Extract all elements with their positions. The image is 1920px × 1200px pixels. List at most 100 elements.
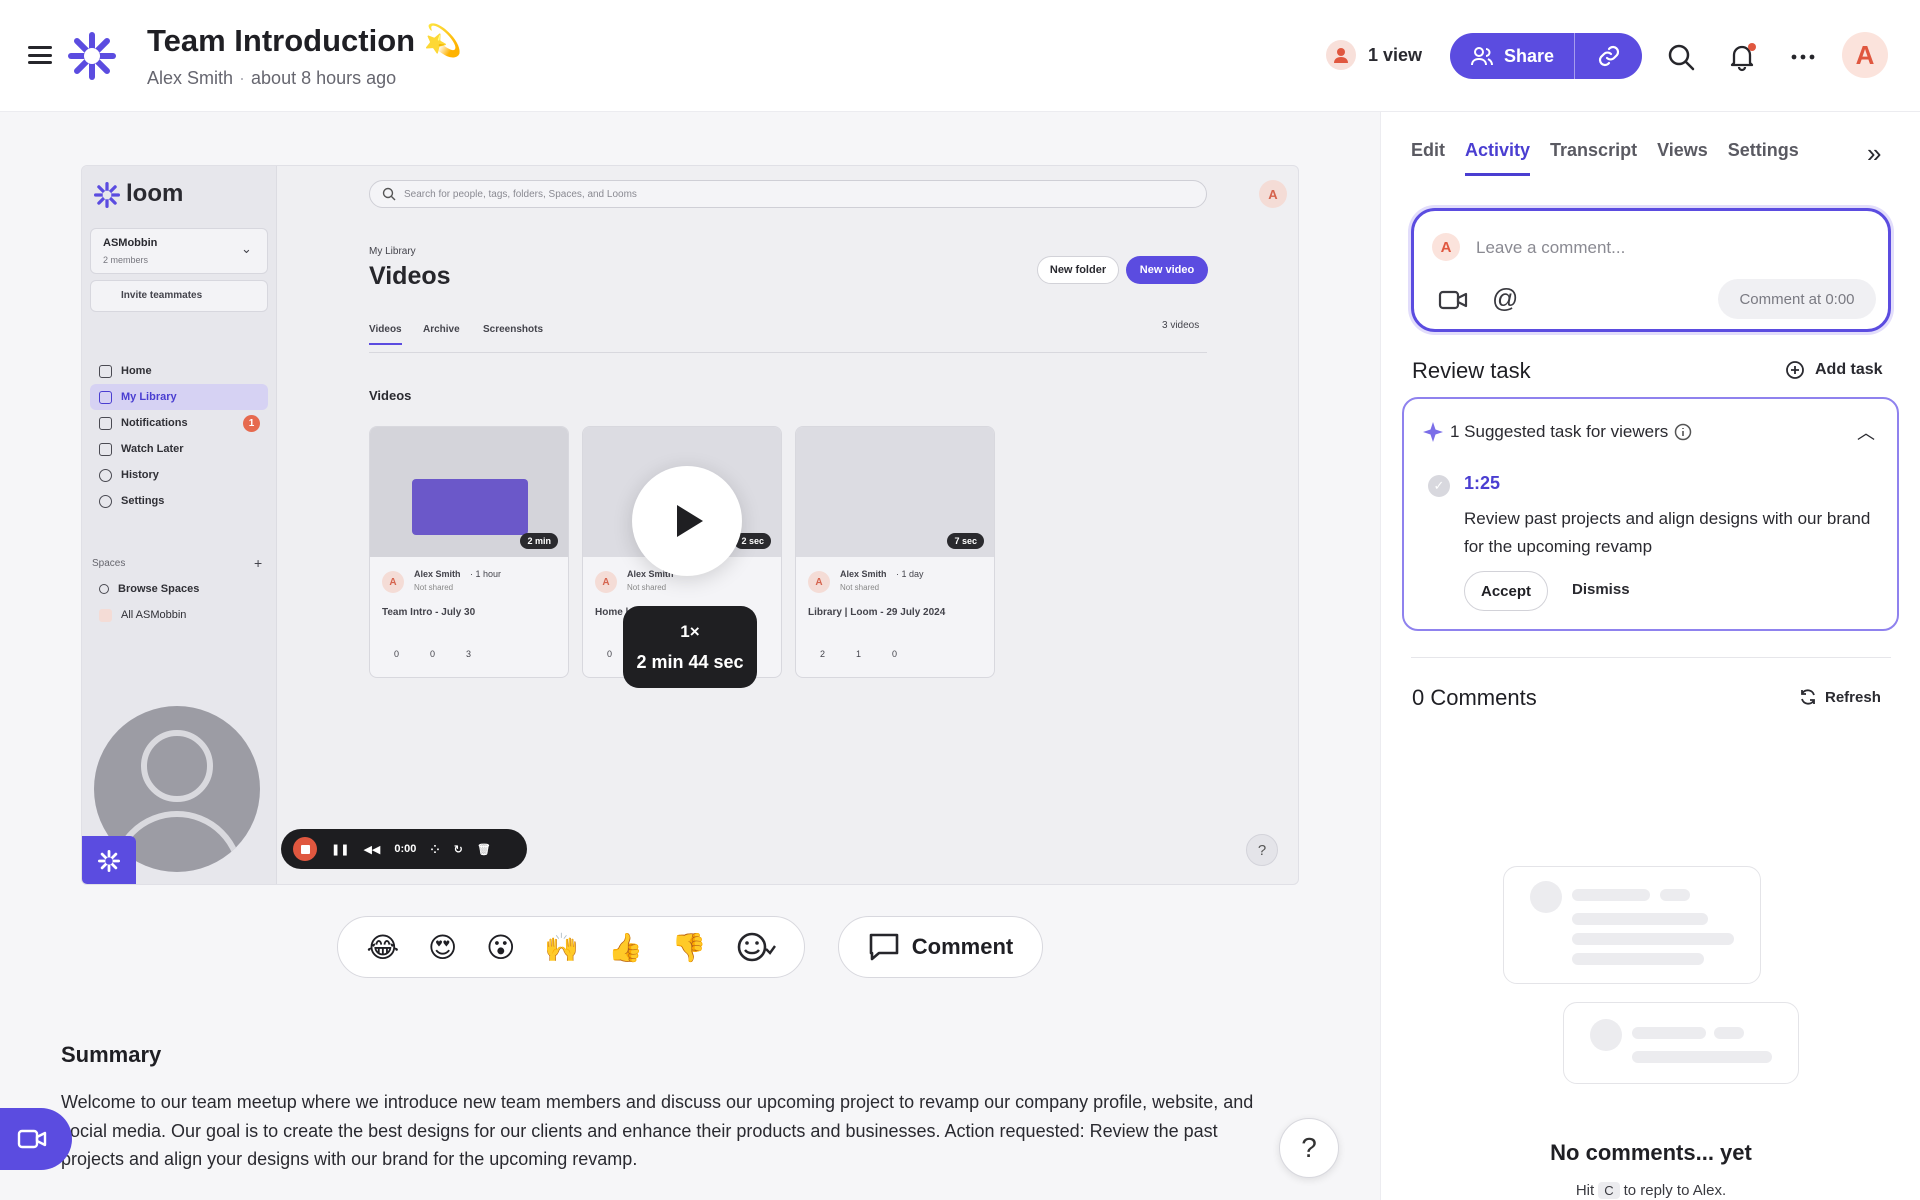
restart-icon: ↻ [453,843,463,856]
more-icon[interactable] [1788,42,1818,72]
panel-tabs: Edit Activity Transcript Views Settings [1411,140,1799,176]
task-description: Review past projects and align designs w… [1464,509,1871,556]
tab-edit[interactable]: Edit [1411,140,1445,176]
reaction-bar: 😂 😍 😮 🙌 👍 👎 [337,916,805,978]
reaction-raised-hands[interactable]: 🙌 [544,931,579,964]
empty-placeholder-card [1503,866,1761,984]
video-title[interactable]: Team Introduction 💫 [147,22,462,59]
reaction-heart-eyes[interactable]: 😍 [428,931,457,964]
reply-hint: Hit Cto reply to Alex. [1381,1182,1920,1199]
comment-composer[interactable]: A Leave a comment... @ Comment at 0:00 [1411,208,1891,332]
share-label: Share [1503,45,1555,66]
add-space-icon[interactable]: + [254,555,262,571]
home-icon [99,364,112,378]
nav-my-library[interactable]: My Library [90,384,268,410]
nav-home[interactable]: Home [90,358,268,384]
nav-all-spaces[interactable]: All ASMobbin [90,602,268,628]
task-timestamp[interactable]: 1:25 [1464,473,1500,494]
task-check-icon[interactable]: ✓ [1428,475,1450,497]
tab-settings[interactable]: Settings [1728,140,1799,176]
space-avatar [99,608,112,622]
play-button[interactable] [632,466,742,576]
hint-key: C [1598,1182,1620,1199]
tab-transcript[interactable]: Transcript [1550,140,1637,176]
author-name[interactable]: Alex Smith [147,68,233,88]
nav-history[interactable]: History [90,462,268,488]
share-button[interactable]: Share [1450,33,1574,79]
video-meta: Alex Smith · about 8 hours ago [147,68,396,89]
add-task-label: Add task [1815,361,1883,378]
loom-logo-icon[interactable] [68,32,116,80]
workspace-switcher[interactable]: ASMobbin 2 members ⌄ [90,228,268,274]
card-stat-views: 0 [394,649,400,659]
bell-icon[interactable] [1727,42,1757,72]
comment-at-time-button[interactable]: Comment at 0:00 [1718,279,1876,319]
app-root: Team Introduction 💫 Alex Smith · about 8 h… [0,0,1920,1200]
card-stat-views: 0 [607,649,613,659]
top-header: Team Introduction 💫 Alex Smith · about 8 h… [0,0,1920,112]
record-fab[interactable] [0,1108,72,1170]
spaces-heading: Spaces [92,558,126,569]
stop-icon [293,837,317,861]
recorded-search-placeholder: Search for people, tags, folders, Spaces… [404,188,637,200]
card-title: Library | Loom - 29 July 2024 [808,607,946,618]
refresh-button[interactable]: Refresh [1799,688,1881,706]
reaction-thumbs-up[interactable]: 👍 [608,931,643,964]
viewer-avatar [1326,40,1356,70]
add-task-button[interactable]: Add task [1785,360,1883,380]
comment-icon [869,933,899,961]
empty-placeholder-card [1563,1002,1799,1084]
bookmark-icon [99,442,112,456]
dismiss-task-button[interactable]: Dismiss [1572,581,1630,598]
hint-prefix: Hit [1575,1182,1595,1199]
search-mini-icon [382,187,396,201]
comment-button[interactable]: Comment [838,916,1043,978]
mention-icon[interactable]: @ [1492,283,1518,314]
reaction-wow[interactable]: 😮 [486,931,515,964]
help-button[interactable]: ? [1279,1118,1339,1178]
library-icon [99,390,112,404]
nav-label: Browse Spaces [118,583,200,595]
card-stat-reactions: 0 [892,649,898,659]
recorded-tab-archive: Archive [423,324,460,335]
play-icon [677,505,703,537]
comment-input[interactable]: Leave a comment... [1476,238,1625,258]
grid-icon: ⁘ [430,843,440,856]
tab-activity[interactable]: Activity [1465,140,1531,176]
meta-separator: · [239,68,246,88]
placeholder-line [1660,889,1690,901]
views-label: 1 view [1368,44,1423,65]
recorded-breadcrumb: My Library [369,246,416,257]
views-counter[interactable]: 1 view [1326,40,1422,70]
nav-settings[interactable]: Settings [90,488,268,514]
copy-link-button[interactable] [1574,33,1642,79]
add-reaction-icon[interactable] [736,931,776,963]
card-sharing: Not shared [627,583,667,592]
placeholder-line [1572,913,1708,925]
nav-notifications[interactable]: Notifications 1 [90,410,268,436]
user-avatar[interactable]: A [1842,32,1888,78]
recorded-search-bar: Search for people, tags, folders, Spaces… [369,180,1207,208]
nav-label: Home [121,365,152,377]
plus-circle-icon [1786,361,1804,379]
info-icon[interactable] [1674,423,1692,441]
playback-info[interactable]: 1× 2 min 44 sec [623,606,757,688]
card-thumbnail: 2 min [370,427,568,557]
invite-teammates[interactable]: Invite teammates [90,280,268,312]
playback-speed[interactable]: 1× [680,622,699,642]
accept-task-button[interactable]: Accept [1464,571,1548,611]
placeholder-line [1572,889,1650,901]
menu-icon[interactable] [28,46,52,64]
reaction-laugh[interactable]: 😂 [366,931,399,964]
reaction-thumbs-down[interactable]: 👎 [672,931,707,964]
bell-mini-icon [99,416,112,430]
nav-watch-later[interactable]: Watch Later [90,436,268,462]
video-reply-icon[interactable] [1438,289,1468,311]
chevron-up-icon[interactable]: ︿ [1857,419,1875,445]
workspace-members: 2 members [103,255,149,265]
tab-views[interactable]: Views [1657,140,1708,176]
video-player[interactable]: loom ASMobbin 2 members ⌄ Invite teammat… [81,165,1299,885]
search-icon[interactable] [1666,42,1696,72]
collapse-panel-icon[interactable]: » [1867,138,1881,169]
nav-browse-spaces[interactable]: Browse Spaces [90,576,268,602]
